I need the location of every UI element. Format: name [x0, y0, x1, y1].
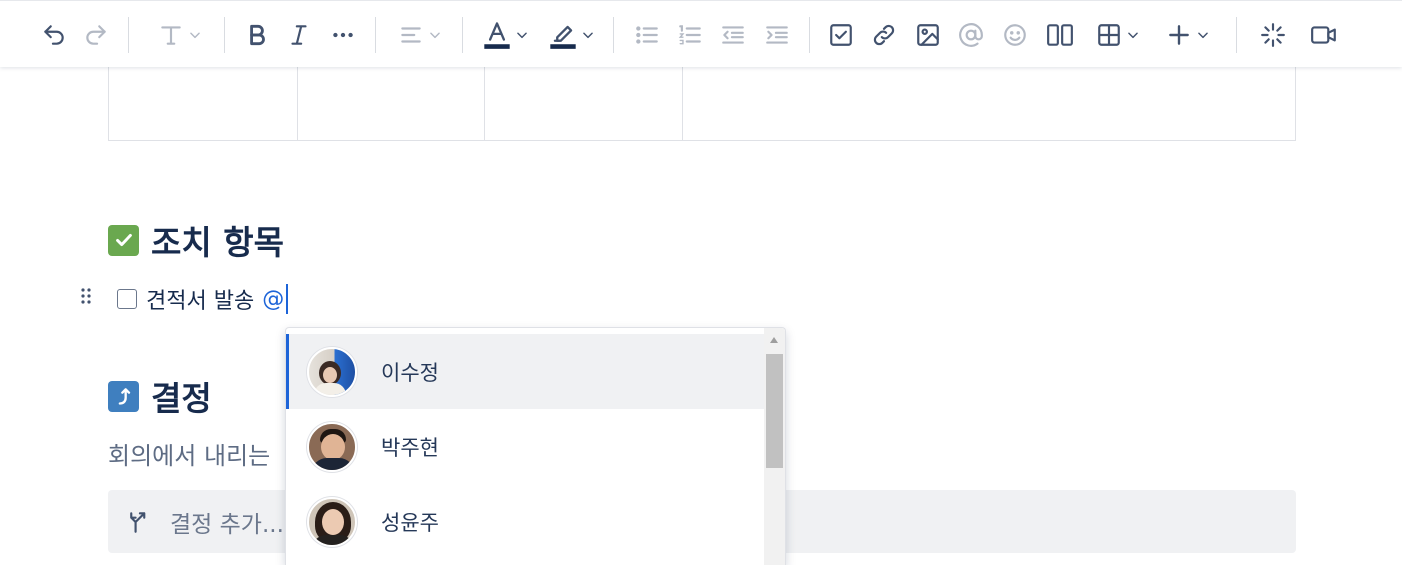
action-items-heading: 조치 항목	[108, 216, 284, 264]
table-dropdown[interactable]	[1088, 18, 1148, 52]
heading-text: 조치 항목	[151, 223, 284, 262]
decision-icon	[130, 511, 146, 533]
numbered-list-button[interactable]	[673, 18, 707, 52]
video-icon	[1311, 26, 1336, 44]
more-formatting-icon	[333, 32, 353, 38]
table-column-divider	[682, 67, 683, 140]
bullet-list-icon	[636, 26, 658, 44]
text-style-dropdown[interactable]	[152, 18, 208, 52]
table-icon	[1098, 24, 1120, 46]
italic-icon	[291, 25, 307, 45]
indent-button[interactable]	[760, 18, 794, 52]
text-caret	[286, 284, 288, 314]
layout-icon	[1047, 24, 1073, 46]
check-mark-button-icon	[108, 224, 139, 256]
toolbar-separator	[613, 17, 614, 53]
chevron-down-icon	[517, 32, 527, 39]
emoji-icon	[1004, 24, 1026, 46]
editor-toolbar	[0, 0, 1402, 67]
task-item[interactable]: 견적서 발송 @	[117, 283, 288, 315]
mention-option[interactable]: 박주현	[286, 409, 765, 484]
text-color-icon	[484, 22, 510, 49]
chevron-down-icon	[583, 32, 593, 39]
mention-button[interactable]	[954, 18, 988, 52]
redo-icon	[86, 25, 106, 45]
mention-scrollbar[interactable]	[764, 328, 785, 565]
text-color-dropdown[interactable]	[478, 18, 534, 52]
drag-handle-icon[interactable]	[79, 287, 93, 305]
decisions-heading: 결정	[108, 372, 212, 420]
insert-icon	[1169, 25, 1189, 45]
heading-text: 결정	[151, 379, 212, 418]
mention-trigger: @	[262, 286, 285, 312]
toolbar-separator	[224, 17, 225, 53]
mention-user-name: 박주현	[381, 435, 439, 460]
chevron-down-icon	[1198, 32, 1208, 39]
avatar	[307, 346, 357, 397]
mention-popup: 이수정 박주현 성윤주	[285, 327, 786, 565]
ai-icon	[1261, 23, 1285, 47]
table-column-divider	[484, 67, 485, 140]
bold-button[interactable]	[240, 18, 274, 52]
mention-icon	[959, 23, 983, 47]
image-icon	[917, 24, 939, 46]
undo-icon	[44, 25, 64, 45]
mention-user-name: 이수정	[381, 360, 439, 385]
more-formatting-button[interactable]	[326, 18, 360, 52]
decision-placeholder: 결정 추가...	[170, 511, 284, 538]
table-column-divider	[297, 67, 298, 140]
align-icon	[401, 27, 421, 43]
scrollbar-thumb[interactable]	[766, 354, 783, 468]
bold-icon	[250, 24, 265, 46]
toolbar-separator	[809, 17, 810, 53]
insert-dropdown[interactable]	[1158, 18, 1218, 52]
video-button[interactable]	[1306, 18, 1342, 52]
redo-button[interactable]	[80, 18, 112, 52]
avatar	[307, 496, 357, 547]
toolbar-separator	[375, 17, 376, 53]
outdent-button[interactable]	[716, 18, 750, 52]
decision-help-text: 회의에서 내리는	[108, 442, 271, 470]
task-button[interactable]	[824, 18, 858, 52]
italic-button[interactable]	[282, 18, 316, 52]
task-icon	[830, 24, 852, 46]
highlight-icon	[550, 25, 576, 49]
chevron-down-icon	[190, 32, 200, 39]
mention-option[interactable]: 이수정	[286, 334, 765, 409]
chevron-down-icon	[1128, 32, 1138, 39]
avatar	[307, 421, 357, 472]
bullet-list-button[interactable]	[630, 18, 664, 52]
numbered-list-icon	[678, 25, 701, 45]
up-arrow-icon	[108, 380, 139, 412]
task-text[interactable]: 견적서 발송	[146, 283, 254, 315]
link-button[interactable]	[867, 18, 901, 52]
mention-option[interactable]: 성윤주	[286, 484, 765, 559]
align-dropdown[interactable]	[392, 18, 448, 52]
toolbar-separator	[1236, 17, 1237, 53]
image-button[interactable]	[911, 18, 945, 52]
indent-icon	[766, 26, 788, 44]
toolbar-separator	[128, 17, 129, 53]
task-checkbox[interactable]	[117, 289, 137, 309]
table-fragment	[108, 67, 1296, 141]
link-icon	[873, 24, 895, 46]
scroll-up-icon[interactable]	[770, 337, 778, 343]
chevron-down-icon	[430, 32, 440, 39]
highlight-dropdown[interactable]	[544, 18, 600, 52]
mention-user-name: 성윤주	[381, 510, 439, 535]
toolbar-separator	[462, 17, 463, 53]
emoji-button[interactable]	[998, 18, 1032, 52]
undo-button[interactable]	[38, 18, 70, 52]
outdent-icon	[722, 26, 744, 44]
ai-button[interactable]	[1256, 18, 1290, 52]
layout-button[interactable]	[1042, 18, 1078, 52]
text-style-icon	[161, 26, 181, 45]
